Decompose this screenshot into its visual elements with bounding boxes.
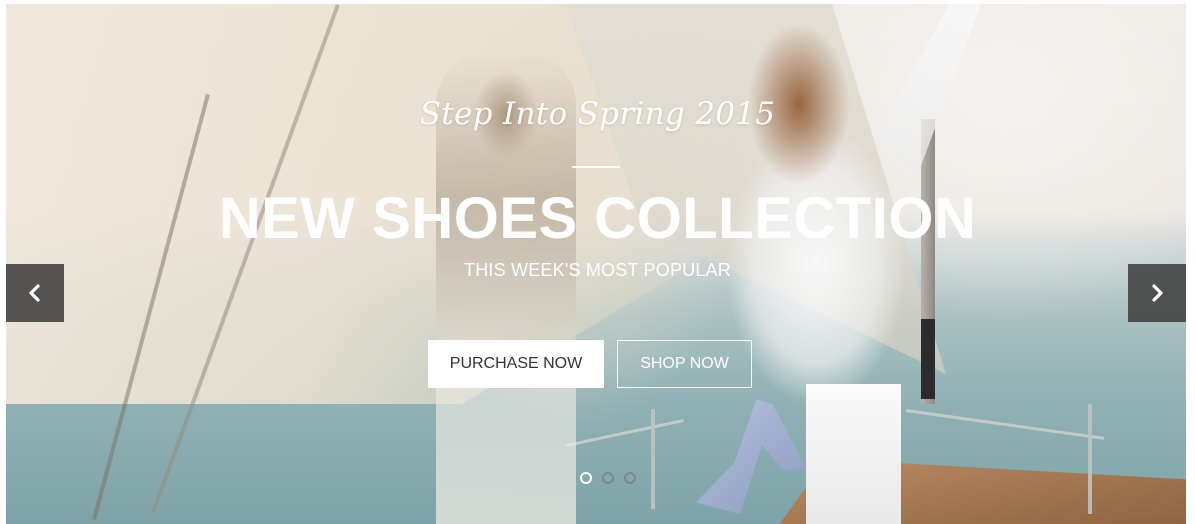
slide-dot-1[interactable] bbox=[580, 472, 592, 484]
slide-dot-2[interactable] bbox=[602, 472, 614, 484]
boat-rail bbox=[565, 419, 684, 447]
boat-rail bbox=[905, 409, 1105, 440]
female-model-legs bbox=[806, 384, 901, 524]
shop-now-button[interactable]: SHOP NOW bbox=[617, 340, 752, 388]
hero-tagline: Step Into Spring 2015 bbox=[419, 96, 776, 132]
slide-pagination bbox=[580, 472, 636, 484]
hero-subheadline: THIS WEEK'S MOST POPULAR bbox=[464, 260, 731, 280]
next-slide-button[interactable] bbox=[1128, 264, 1186, 322]
purchase-now-button[interactable]: PURCHASE NOW bbox=[428, 340, 604, 388]
rail-post bbox=[651, 409, 655, 509]
slide-dot-3[interactable] bbox=[624, 472, 636, 484]
chevron-right-icon bbox=[1152, 284, 1163, 302]
shoes-image bbox=[696, 399, 806, 514]
hero-headline: NEW SHOES COLLECTION bbox=[218, 186, 977, 251]
rail-post bbox=[1088, 404, 1092, 514]
chevron-left-icon bbox=[29, 284, 40, 302]
mast-band bbox=[921, 319, 935, 399]
hero-divider bbox=[572, 166, 620, 168]
prev-slide-button[interactable] bbox=[6, 264, 64, 322]
